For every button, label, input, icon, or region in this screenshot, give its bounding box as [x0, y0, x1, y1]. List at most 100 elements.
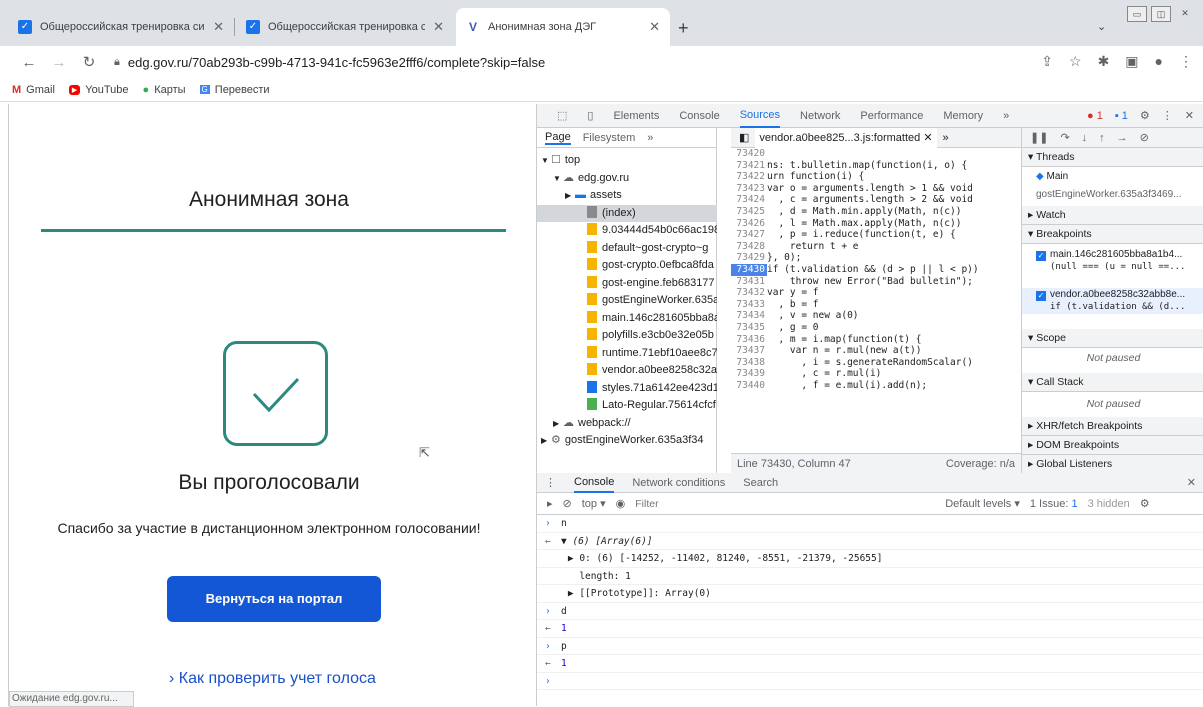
line-number[interactable]: 73438	[731, 357, 767, 369]
step-icon[interactable]: →	[1117, 132, 1128, 144]
inspect-icon[interactable]: ⬚	[557, 109, 567, 122]
code-view[interactable]: 73420 73421 ns: t.bulletin.map(function(i,…	[731, 148, 1021, 450]
code-line[interactable]: 73438 , i = s.generateRandomScalar()	[731, 357, 1021, 369]
how-to-check-link[interactable]: › Как проверить учет голоса	[169, 670, 376, 688]
close-window-icon[interactable]: ✕	[1175, 6, 1195, 22]
tree-node[interactable]: ▶ ⚙ gostEngineWorker.635a3f34	[537, 432, 717, 450]
tree-node[interactable]: ▼ ☁ edg.gov.ru	[537, 170, 717, 188]
device-toolbar-icon[interactable]: ▯	[587, 109, 593, 122]
tree-node[interactable]: (index)	[537, 204, 717, 222]
tab-drawer-console[interactable]: Console	[574, 473, 615, 493]
tab-network[interactable]: Network	[800, 110, 840, 122]
console-output[interactable]: › n ← ▼ (6) [Array(6)] ▶ 0: (6) [-14252, -1…	[537, 515, 1203, 706]
chevron-down-icon[interactable]: ⌄	[1097, 20, 1106, 33]
code-line[interactable]: 73424 , c = arguments.length > 2 && void	[731, 194, 1021, 206]
close-icon[interactable]: ✕	[213, 19, 224, 35]
thread-worker[interactable]: gostEngineWorker.635a3f3469...	[1022, 188, 1203, 201]
expand-arrow-icon[interactable]: ▼	[541, 152, 551, 170]
line-number[interactable]: 73431	[731, 276, 767, 288]
line-number[interactable]: 73424	[731, 194, 767, 206]
line-number[interactable]: 73422	[731, 171, 767, 183]
callstack-section[interactable]: ▾ Call Stack	[1022, 373, 1203, 392]
watch-section[interactable]: ▸ Watch	[1022, 206, 1203, 225]
breakpoints-section[interactable]: ▾ Breakpoints	[1022, 225, 1203, 244]
more-tabs-icon[interactable]: »	[1003, 110, 1009, 122]
more-icon[interactable]: »	[647, 132, 653, 144]
line-number[interactable]: 73434	[731, 310, 767, 322]
code-line[interactable]: 73426 , l = Math.max.apply(Math, n(c))	[731, 218, 1021, 230]
step-into-icon[interactable]: ↓	[1082, 132, 1088, 144]
tree-node[interactable]: gost-crypto.0efbca8fda	[537, 257, 717, 275]
line-number[interactable]: 73439	[731, 368, 767, 380]
close-devtools-icon[interactable]: ✕	[1185, 109, 1194, 122]
tab-performance[interactable]: Performance	[860, 110, 923, 122]
code-line[interactable]: 73437 var n = r.mul(new a(t))	[731, 345, 1021, 357]
forward-icon[interactable]: →	[48, 54, 70, 71]
tab-page[interactable]: Page	[545, 131, 571, 145]
line-number[interactable]: 73428	[731, 241, 767, 253]
back-icon[interactable]: ←	[18, 54, 40, 71]
settings-gear-icon[interactable]: ⚙	[1140, 109, 1150, 122]
close-icon[interactable]: ✕	[923, 132, 932, 144]
browser-tab-active[interactable]: V Анонимная зона ДЭГ ✕	[456, 8, 670, 46]
tree-node[interactable]: ▼ ☐ top	[537, 152, 717, 170]
code-line[interactable]: 73431 throw new Error("Bad bulletin");	[731, 276, 1021, 288]
maximize-icon[interactable]: ◫	[1151, 6, 1171, 22]
tree-node[interactable]: Lato-Regular.75614cfcf	[537, 397, 717, 415]
code-line[interactable]: 73434 , v = new a(0)	[731, 310, 1021, 322]
browser-tab-2[interactable]: ✓ Общероссийская тренировка систе ✕	[236, 8, 454, 46]
share-icon[interactable]: ⇪	[1041, 53, 1053, 70]
tree-node[interactable]: styles.71a6142ee423d1	[537, 380, 717, 398]
tab-console[interactable]: Console	[679, 110, 719, 122]
tab-search[interactable]: Search	[743, 477, 778, 489]
clear-console-icon[interactable]: ⊘	[563, 497, 572, 510]
tree-node[interactable]: 9.03444d54b0c66ac198	[537, 222, 717, 240]
code-line[interactable]: 73429}, 0);	[731, 252, 1021, 264]
tree-node[interactable]: default~gost-crypto~g	[537, 240, 717, 258]
minimize-icon[interactable]: ▭	[1127, 6, 1147, 22]
tab-filesystem[interactable]: Filesystem	[583, 132, 636, 144]
close-icon[interactable]: ✕	[649, 19, 660, 35]
thread-main[interactable]: ◆ Main	[1022, 170, 1203, 183]
code-line[interactable]: 73430 if (t.validation && (d > p || l < p…	[731, 263, 1021, 276]
expand-arrow-icon[interactable]: ▶	[541, 432, 551, 450]
default-levels-dropdown[interactable]: Default levels ▾	[945, 497, 1020, 510]
line-number[interactable]: 73437	[731, 345, 767, 357]
side-panel-icon[interactable]: ▣	[1125, 53, 1138, 70]
code-line[interactable]: 73440 , f = e.mul(i).add(n);	[731, 380, 1021, 392]
tree-node[interactable]: gostEngineWorker.635a	[537, 292, 717, 310]
extensions-icon[interactable]: ✱	[1098, 53, 1110, 70]
scope-section[interactable]: ▾ Scope	[1022, 329, 1203, 348]
expand-arrow-icon[interactable]: ▶	[565, 187, 575, 205]
tab-sources[interactable]: Sources	[739, 104, 781, 128]
step-over-icon[interactable]: ↷	[1060, 131, 1069, 144]
breakpoint-2[interactable]: ✓ vendor.a0bee8258c32abb8e...	[1022, 288, 1203, 301]
toggle-navigator-icon[interactable]: ◧	[739, 131, 749, 144]
code-line[interactable]: 73423 var o = arguments.length > 1 && voi…	[731, 183, 1021, 195]
deactivate-breakpoints-icon[interactable]: ⊘	[1140, 131, 1149, 144]
line-number[interactable]: 73425	[731, 206, 767, 218]
tab-network-conditions[interactable]: Network conditions	[632, 477, 725, 489]
sidebar-toggle-icon[interactable]: ▸	[547, 497, 553, 510]
dom-breakpoints-section[interactable]: ▸ DOM Breakpoints	[1022, 436, 1203, 455]
code-line[interactable]: 73432 var y = f	[731, 287, 1021, 299]
menu-icon[interactable]: ⋮	[1179, 53, 1193, 70]
bookmark-translate[interactable]: G Перевести	[199, 84, 270, 96]
error-counter[interactable]: ● 1	[1087, 110, 1103, 122]
code-line[interactable]: 73427 , p = i.reduce(function(t, e) {	[731, 229, 1021, 241]
code-line[interactable]: 73439 , c = r.mul(i)	[731, 368, 1021, 380]
line-number[interactable]: 73427	[731, 229, 767, 241]
line-number[interactable]: 73426	[731, 218, 767, 230]
editor-tab-vendor[interactable]: vendor.a0bee825...3.js:formatted ✕	[755, 127, 937, 148]
step-out-icon[interactable]: ↑	[1099, 132, 1105, 144]
browser-tab-1[interactable]: ✓ Общероссийская тренировка систе ✕	[8, 8, 234, 46]
tree-node[interactable]: main.146c281605bba8a	[537, 310, 717, 328]
new-tab-icon[interactable]: +	[678, 18, 689, 39]
line-number[interactable]: 73420	[731, 148, 767, 160]
line-number[interactable]: 73432	[731, 287, 767, 299]
checkbox-checked-icon[interactable]: ✓	[1036, 251, 1046, 261]
code-line[interactable]: 73420	[731, 148, 1021, 160]
tree-node[interactable]: ▶ ☁ webpack://	[537, 415, 717, 433]
kebab-menu-icon[interactable]: ⋮	[1162, 109, 1173, 122]
drawer-menu-icon[interactable]: ⋮	[545, 476, 556, 489]
